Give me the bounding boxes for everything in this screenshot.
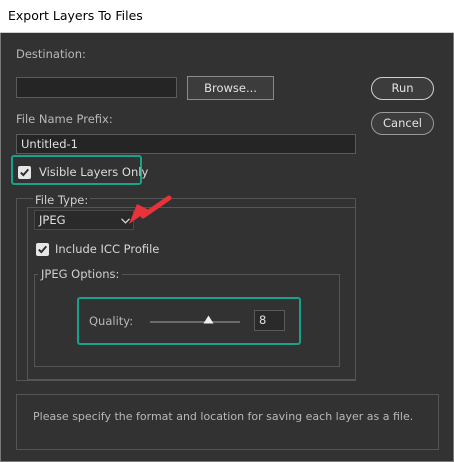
- quality-slider-thumb[interactable]: [203, 315, 214, 324]
- title-bar: Export Layers To Files: [0, 0, 454, 33]
- visible-layers-label: Visible Layers Only: [39, 165, 149, 179]
- file-type-label: File Type:: [33, 193, 91, 207]
- window-title: Export Layers To Files: [8, 8, 143, 23]
- checkmark-icon: [38, 245, 48, 254]
- quality-slider-track[interactable]: [150, 321, 240, 323]
- pointer-arrow-icon: [129, 195, 172, 224]
- checkmark-icon: [20, 168, 30, 177]
- cancel-button[interactable]: Cancel: [371, 112, 434, 135]
- file-type-value: JPEG: [39, 213, 66, 227]
- jpeg-options-label: JPEG Options:: [38, 267, 123, 281]
- run-button[interactable]: Run: [371, 77, 434, 100]
- destination-field[interactable]: [16, 77, 177, 98]
- status-message: Please specify the format and location f…: [33, 410, 414, 423]
- status-panel: Please specify the format and location f…: [16, 394, 439, 450]
- visible-layers-checkbox[interactable]: [18, 166, 31, 179]
- export-layers-dialog: Destination: Browse... Run Cancel File N…: [0, 33, 454, 462]
- icc-profile-checkbox[interactable]: [36, 243, 49, 256]
- destination-label: Destination:: [16, 47, 86, 61]
- prefix-label: File Name Prefix:: [16, 112, 113, 126]
- quality-value-field[interactable]: 8: [254, 310, 285, 331]
- quality-label: Quality:: [89, 314, 134, 328]
- prefix-field[interactable]: Untitled-1: [16, 134, 356, 154]
- browse-button[interactable]: Browse...: [187, 76, 274, 100]
- icc-profile-label: Include ICC Profile: [55, 242, 160, 256]
- file-type-select[interactable]: JPEG: [34, 210, 134, 230]
